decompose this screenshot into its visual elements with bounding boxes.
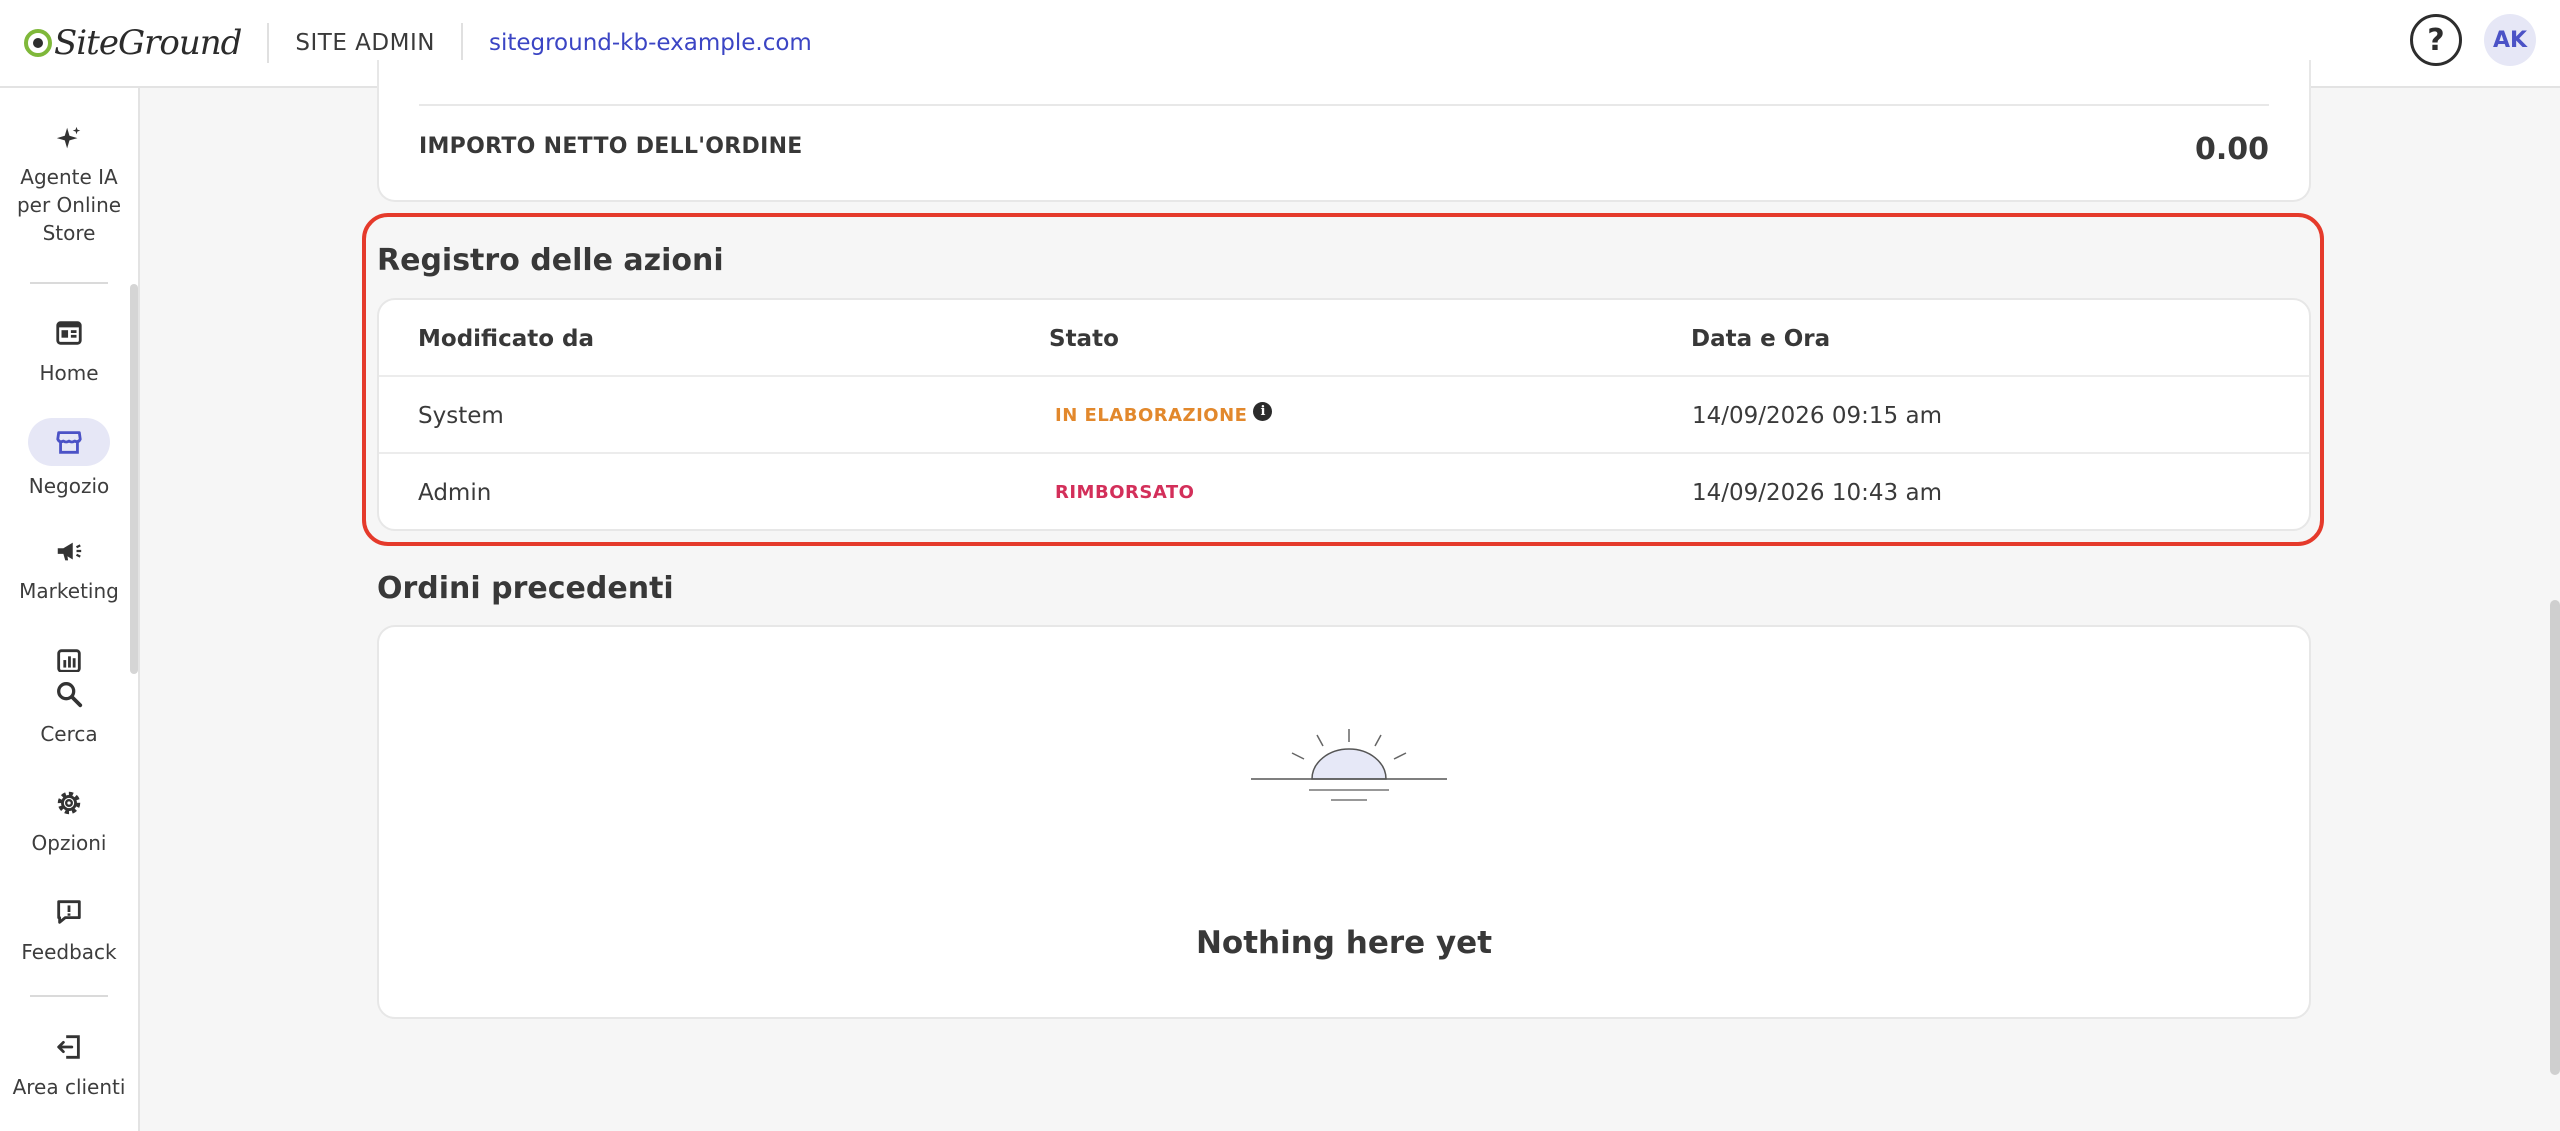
info-icon[interactable]: i <box>1253 402 1273 421</box>
table-header-row: Modificato da Stato Data e Ora <box>379 300 2309 377</box>
gear-icon <box>53 787 85 819</box>
sidebar-item-label: Feedback <box>21 940 117 964</box>
siteground-logo[interactable]: SiteGround <box>24 0 242 87</box>
feedback-icon <box>53 896 85 928</box>
sidebar-item-options[interactable]: Opzioni <box>0 787 138 857</box>
sidebar-item-label: Cerca <box>40 722 98 746</box>
table-row: System IN ELABORAZIONE i 14/09/2026 09:1… <box>379 377 2309 454</box>
sidebar-item-client-area[interactable]: Area clienti <box>0 1031 138 1101</box>
datetime-cell: 14/09/2026 09:15 am <box>1692 402 1942 429</box>
modified-by-cell: Admin <box>418 479 492 506</box>
net-amount-label: IMPORTO NETTO DELL'ORDINE <box>419 134 803 159</box>
megaphone-icon <box>53 535 85 567</box>
dashboard-icon <box>53 317 85 349</box>
store-icon <box>28 418 110 466</box>
sidebar-item-marketing[interactable]: Marketing <box>0 535 138 605</box>
sidebar: Agente IA per Online Store Home Negozio … <box>0 88 140 1131</box>
search-icon <box>53 678 85 710</box>
header-divider <box>460 23 463 63</box>
status-cell: RIMBORSATO <box>1048 454 1194 531</box>
sidebar-item-store[interactable]: Negozio <box>0 418 138 500</box>
action-log-title: Registro delle azioni <box>377 243 724 278</box>
site-domain-link[interactable]: siteground-kb-example.com <box>489 30 812 56</box>
user-avatar[interactable]: AK <box>2484 14 2536 66</box>
sidebar-item-label: Home <box>39 361 99 385</box>
previous-orders-title: Ordini precedenti <box>377 571 674 606</box>
column-header-modified-by: Modificato da <box>418 325 595 352</box>
chart-icon <box>53 646 85 672</box>
column-header-status: Stato <box>1049 325 1119 352</box>
empty-state-text: Nothing here yet <box>1195 925 1493 961</box>
help-button[interactable]: ? <box>2410 14 2462 66</box>
action-log-table: Modificato da Stato Data e Ora System IN… <box>377 298 2311 531</box>
previous-orders-card: Nothing here yet <box>377 625 2311 1019</box>
sidebar-divider <box>30 995 108 997</box>
sidebar-divider <box>30 282 108 284</box>
logo-mark-icon <box>24 29 52 57</box>
sidebar-item-label: Agente IA per Online Store <box>16 165 122 245</box>
logo-text: SiteGround <box>54 23 242 63</box>
sidebar-item-feedback[interactable]: Feedback <box>0 896 138 966</box>
sidebar-item-ai-agent[interactable]: Agente IA per Online Store <box>0 123 138 247</box>
sidebar-item-analytics[interactable] <box>0 646 138 672</box>
status-badge: RIMBORSATO <box>1055 482 1195 503</box>
question-mark-icon: ? <box>2427 22 2445 58</box>
page-scrollbar[interactable] <box>2550 600 2560 1075</box>
sidebar-item-home[interactable]: Home <box>0 317 138 387</box>
sidebar-item-label: Area clienti <box>12 1075 126 1099</box>
sidebar-scrollbar[interactable] <box>130 284 138 674</box>
sparkle-icon <box>53 123 85 155</box>
sidebar-item-label: Negozio <box>28 474 110 498</box>
status-badge: IN ELABORAZIONE <box>1055 405 1248 426</box>
table-row: Admin RIMBORSATO 14/09/2026 10:43 am <box>379 454 2309 531</box>
header-divider <box>267 23 270 63</box>
status-cell: IN ELABORAZIONE i <box>1048 377 1273 454</box>
sidebar-item-label: Opzioni <box>31 831 107 855</box>
net-amount-value: 0.00 <box>2194 132 2269 167</box>
site-admin-label: SITE ADMIN <box>295 30 435 56</box>
exit-icon <box>53 1031 85 1063</box>
modified-by-cell: System <box>418 402 504 429</box>
summary-divider <box>419 104 2269 106</box>
datetime-cell: 14/09/2026 10:43 am <box>1692 479 1942 506</box>
sidebar-item-label: Marketing <box>19 579 119 603</box>
column-header-datetime: Data e Ora <box>1691 325 1831 352</box>
sidebar-item-search[interactable]: Cerca <box>0 678 138 748</box>
order-summary-card: IMPORTO NETTO DELL'ORDINE 0.00 <box>377 60 2311 202</box>
sunrise-empty-icon <box>1251 729 1447 801</box>
